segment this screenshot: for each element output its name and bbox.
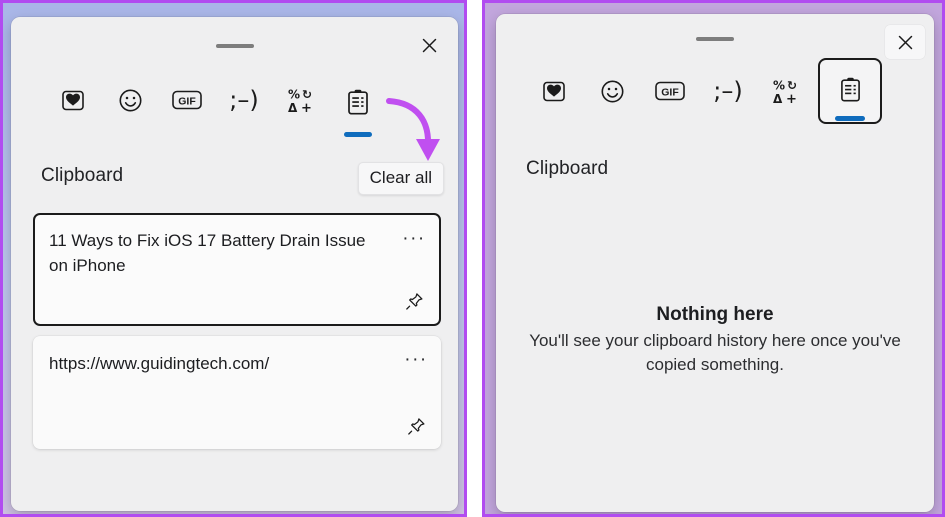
- tool-gif[interactable]: GIF: [159, 75, 215, 125]
- active-tab-indicator: [344, 132, 372, 137]
- svg-text:↻: ↻: [302, 88, 312, 102]
- left-screenshot-frame: GIF ;–) % ↻ Δ + Clipboard Clear all 11 W…: [0, 0, 467, 517]
- close-button[interactable]: [409, 28, 449, 62]
- gif-icon: GIF: [655, 81, 685, 101]
- clipboard-item-1[interactable]: https://www.guidingtech.com/ ···: [33, 336, 441, 449]
- page-title: Clipboard: [526, 158, 609, 179]
- gif-icon: GIF: [172, 90, 202, 110]
- symbols-icon: % ↻ Δ +: [773, 79, 797, 106]
- clipboard-flyout-left: GIF ;–) % ↻ Δ + Clipboard Clear all 11 W…: [11, 17, 458, 511]
- clipboard-item-pin-button[interactable]: [403, 413, 429, 439]
- empty-state: Nothing here You'll see your clipboard h…: [496, 304, 934, 377]
- empty-state-title: Nothing here: [656, 304, 774, 325]
- clear-all-button[interactable]: Clear all: [357, 162, 444, 195]
- svg-text:+: +: [786, 92, 797, 105]
- clipboard-flyout-right: GIF ;–) % ↻ Δ + Clipboard Nothing here Y…: [496, 14, 934, 512]
- active-tab-indicator: [835, 116, 865, 121]
- emoji-icon: [119, 89, 141, 111]
- recently-used-icon: [62, 90, 84, 111]
- clipboard-items-list: 11 Ways to Fix iOS 17 Battery Drain Issu…: [33, 213, 441, 459]
- emoji-icon: [601, 80, 623, 102]
- tool-symbols[interactable]: % ↻ Δ +: [758, 66, 814, 116]
- close-icon: [422, 38, 436, 52]
- recently-used-icon: [543, 81, 565, 102]
- svg-text:Δ: Δ: [288, 101, 298, 114]
- tool-recently-used[interactable]: [526, 66, 582, 116]
- clipboard-item-text: https://www.guidingtech.com/: [49, 354, 270, 373]
- pin-icon: [405, 292, 423, 310]
- symbols-icon: % ↻ Δ +: [288, 88, 312, 115]
- svg-text:Δ: Δ: [773, 92, 783, 105]
- drag-handle[interactable]: [696, 37, 734, 41]
- tool-kaomoji[interactable]: ;–): [216, 75, 272, 125]
- screenshot-stage: GIF ;–) % ↻ Δ + Clipboard Clear all 11 W…: [0, 0, 945, 517]
- kaomoji-icon: ;–): [713, 77, 743, 105]
- clipboard-icon: [840, 77, 860, 102]
- clipboard-item-more-button[interactable]: ···: [399, 225, 429, 253]
- svg-text:GIF: GIF: [178, 95, 196, 107]
- emoji-panel-toolbar: GIF ;–) % ↻ Δ +: [496, 58, 934, 124]
- svg-text:%: %: [773, 79, 785, 93]
- kaomoji-icon: ;–): [229, 86, 259, 114]
- tool-symbols[interactable]: % ↻ Δ +: [273, 75, 329, 125]
- clipboard-icon: [348, 89, 368, 115]
- close-icon: [898, 35, 912, 49]
- clipboard-item-0[interactable]: 11 Ways to Fix iOS 17 Battery Drain Issu…: [33, 213, 441, 326]
- tool-clipboard[interactable]: [330, 75, 386, 137]
- pin-icon: [407, 417, 425, 435]
- tool-recently-used[interactable]: [45, 75, 101, 125]
- right-screenshot-frame: GIF ;–) % ↻ Δ + Clipboard Nothing here Y…: [482, 0, 945, 517]
- clipboard-item-more-button[interactable]: ···: [401, 346, 431, 374]
- tool-kaomoji[interactable]: ;–): [700, 66, 756, 116]
- tool-emoji[interactable]: [584, 66, 640, 116]
- svg-text:GIF: GIF: [661, 86, 679, 98]
- close-button[interactable]: [885, 25, 925, 59]
- clipboard-item-text: 11 Ways to Fix iOS 17 Battery Drain Issu…: [49, 231, 366, 275]
- svg-text:↻: ↻: [787, 79, 797, 93]
- empty-state-subtitle: You'll see your clipboard history here o…: [529, 331, 901, 374]
- emoji-panel-toolbar: GIF ;–) % ↻ Δ +: [11, 75, 458, 137]
- tool-gif[interactable]: GIF: [642, 66, 698, 116]
- page-title: Clipboard: [41, 165, 124, 186]
- tool-emoji[interactable]: [102, 75, 158, 125]
- tool-clipboard[interactable]: [818, 58, 882, 124]
- drag-handle[interactable]: [215, 44, 254, 48]
- svg-text:+: +: [301, 101, 312, 114]
- svg-text:%: %: [288, 88, 300, 102]
- clipboard-item-pin-button[interactable]: [401, 288, 427, 314]
